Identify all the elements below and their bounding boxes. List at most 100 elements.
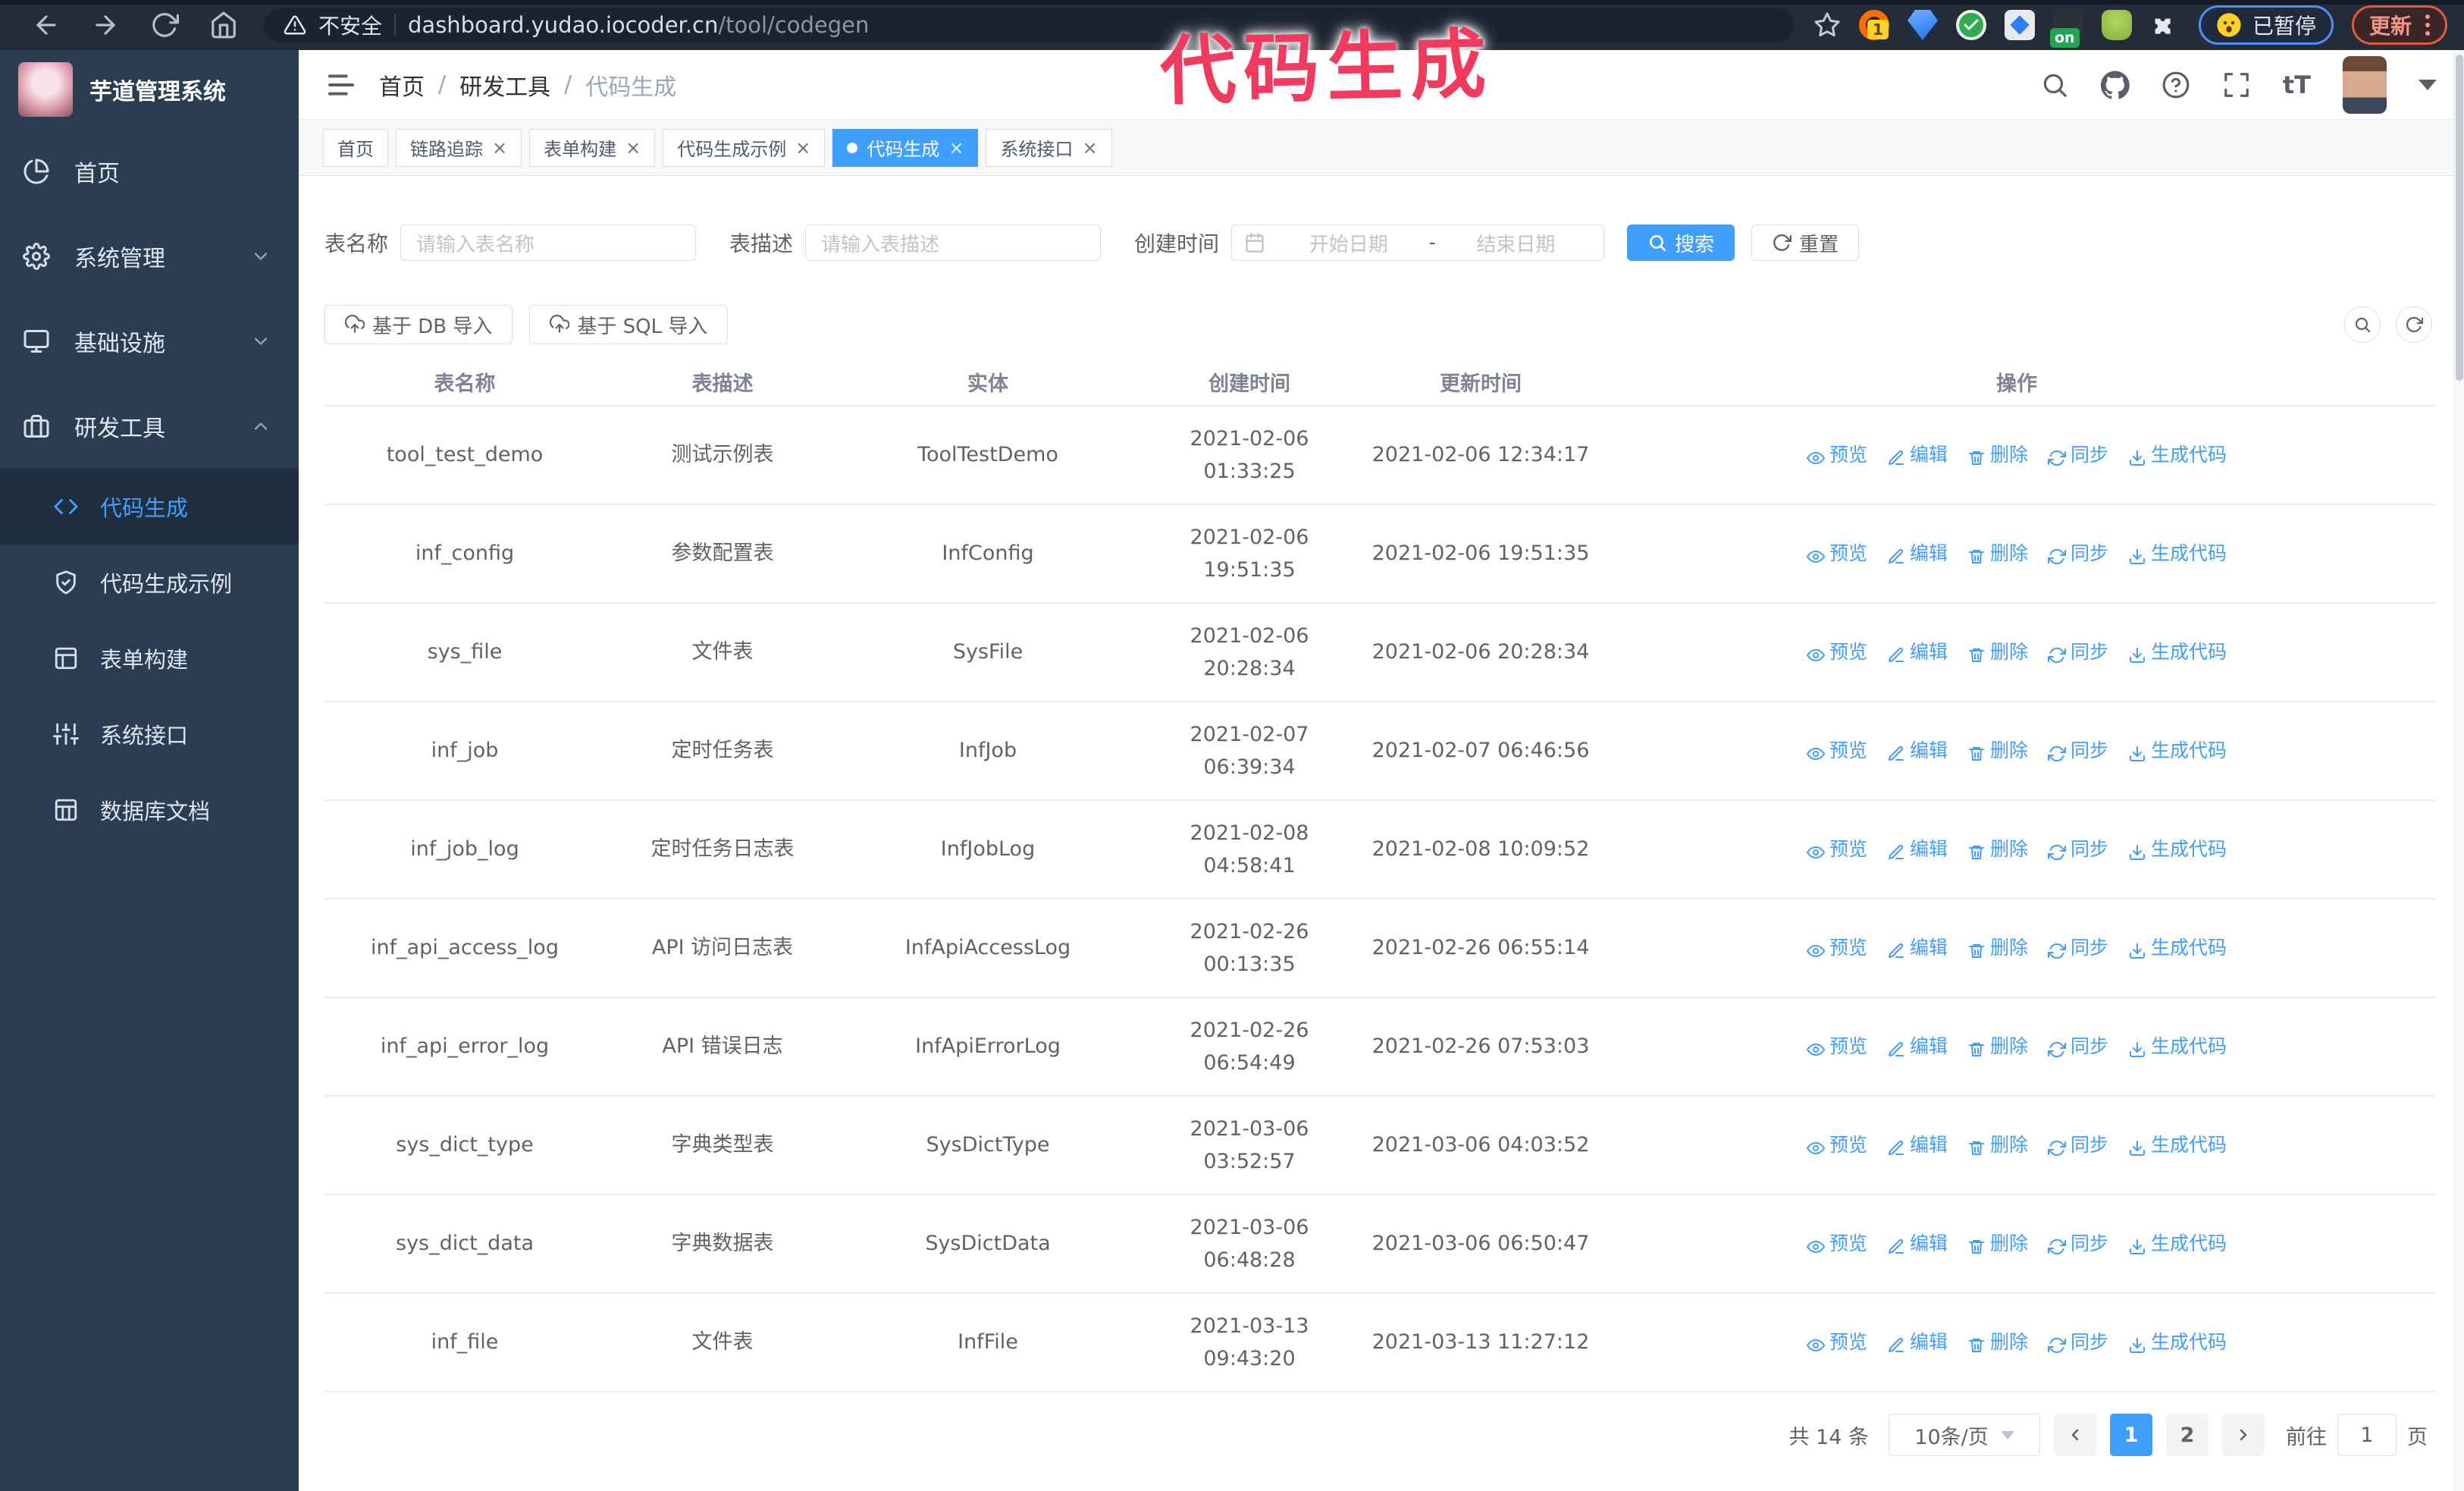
sidebar-item-home[interactable]: 首页: [0, 129, 299, 214]
tab-链路追踪[interactable]: 链路追踪 ×: [396, 128, 522, 167]
extension-on-icon[interactable]: on: [2049, 10, 2083, 48]
row-action-preview[interactable]: 预览: [1806, 834, 1867, 865]
row-action-delete[interactable]: 删除: [1967, 933, 2028, 963]
user-avatar[interactable]: [2343, 55, 2387, 114]
page-size-select[interactable]: 10条/页: [1889, 1414, 2040, 1456]
tab-close-icon[interactable]: ×: [1082, 139, 1097, 157]
row-action-delete[interactable]: 删除: [1967, 736, 2028, 766]
row-action-sync[interactable]: 同步: [2048, 933, 2108, 963]
row-action-edit[interactable]: 编辑: [1887, 637, 1948, 667]
toggle-search-button[interactable]: [2344, 306, 2381, 343]
row-action-edit[interactable]: 编辑: [1887, 834, 1948, 865]
row-action-delete[interactable]: 删除: [1967, 1031, 2028, 1062]
back-icon[interactable]: [32, 11, 61, 39]
row-action-sync[interactable]: 同步: [2048, 1031, 2108, 1062]
menu-dots-icon[interactable]: [2425, 14, 2430, 36]
table-name-input[interactable]: 请输入表名称: [400, 224, 697, 261]
home-icon[interactable]: [209, 11, 238, 39]
row-action-generate-code[interactable]: 生成代码: [2128, 440, 2227, 470]
row-action-delete[interactable]: 删除: [1967, 1229, 2028, 1259]
page-button-2[interactable]: 2: [2166, 1414, 2209, 1456]
sidebar-item-devtool[interactable]: 研发工具: [0, 384, 299, 469]
next-page-button[interactable]: [2222, 1414, 2265, 1456]
sidebar-item-codegen-demo[interactable]: 代码生成示例: [0, 545, 299, 620]
row-action-delete[interactable]: 删除: [1967, 1327, 2028, 1358]
font-size-icon[interactable]: tT: [2283, 71, 2311, 99]
forward-icon[interactable]: [91, 11, 120, 39]
row-action-edit[interactable]: 编辑: [1887, 1031, 1948, 1062]
row-action-generate-code[interactable]: 生成代码: [2128, 736, 2227, 766]
row-action-delete[interactable]: 删除: [1967, 834, 2028, 865]
help-icon[interactable]: [2161, 71, 2190, 99]
tab-代码生成[interactable]: 代码生成 ×: [832, 128, 979, 167]
row-action-sync[interactable]: 同步: [2048, 1229, 2108, 1259]
tab-表单构建[interactable]: 表单构建 ×: [529, 128, 656, 167]
page-scrollbar-thumb[interactable]: [2456, 55, 2463, 381]
start-date-input[interactable]: 开始日期: [1273, 229, 1424, 257]
row-action-sync[interactable]: 同步: [2048, 1130, 2108, 1160]
sidebar-item-system-api[interactable]: 系统接口: [0, 696, 299, 772]
row-action-generate-code[interactable]: 生成代码: [2128, 1229, 2227, 1259]
row-action-edit[interactable]: 编辑: [1887, 538, 1948, 569]
page-button-1[interactable]: 1: [2110, 1414, 2152, 1456]
tab-close-icon[interactable]: ×: [795, 139, 810, 157]
chevron-down-icon[interactable]: [2419, 79, 2437, 90]
breadcrumb-item[interactable]: 代码生成: [585, 68, 676, 102]
row-action-edit[interactable]: 编辑: [1887, 1327, 1948, 1358]
row-action-generate-code[interactable]: 生成代码: [2128, 1327, 2227, 1358]
row-action-sync[interactable]: 同步: [2048, 834, 2108, 865]
row-action-preview[interactable]: 预览: [1806, 736, 1867, 766]
extension-gem-icon[interactable]: [1907, 10, 1938, 40]
row-action-generate-code[interactable]: 生成代码: [2128, 834, 2227, 865]
tab-close-icon[interactable]: ×: [625, 139, 641, 157]
row-action-edit[interactable]: 编辑: [1887, 1229, 1948, 1259]
import-db-button[interactable]: 基于 DB 导入: [324, 305, 513, 344]
row-action-preview[interactable]: 预览: [1806, 933, 1867, 963]
tab-close-icon[interactable]: ×: [492, 139, 507, 157]
sidebar-item-codegen[interactable]: 代码生成: [0, 469, 299, 545]
row-action-edit[interactable]: 编辑: [1887, 736, 1948, 766]
breadcrumb-item[interactable]: 研发工具: [459, 68, 550, 102]
row-action-sync[interactable]: 同步: [2048, 440, 2108, 470]
row-action-sync[interactable]: 同步: [2048, 538, 2108, 569]
row-action-preview[interactable]: 预览: [1806, 1229, 1867, 1259]
sidebar-item-system[interactable]: 系统管理: [0, 214, 299, 299]
page-scrollbar[interactable]: [2453, 50, 2464, 1491]
refresh-table-button[interactable]: [2396, 306, 2432, 343]
app-logo-row[interactable]: 芋道管理系统: [0, 50, 299, 129]
extension-android-icon[interactable]: [2101, 10, 2132, 40]
row-action-sync[interactable]: 同步: [2048, 637, 2108, 667]
address-bar[interactable]: 不安全 dashboard.yudao.iocoder.cn/tool/code…: [264, 8, 1794, 42]
row-action-sync[interactable]: 同步: [2048, 1327, 2108, 1358]
tab-代码生成示例[interactable]: 代码生成示例 ×: [663, 128, 826, 167]
fullscreen-icon[interactable]: [2222, 71, 2251, 99]
prev-page-button[interactable]: [2054, 1414, 2096, 1456]
row-action-delete[interactable]: 删除: [1967, 1130, 2028, 1160]
row-action-edit[interactable]: 编辑: [1887, 1130, 1948, 1160]
row-action-delete[interactable]: 删除: [1967, 637, 2028, 667]
row-action-generate-code[interactable]: 生成代码: [2128, 1130, 2227, 1160]
extension-grid-icon[interactable]: [2004, 10, 2035, 40]
collapse-menu-icon[interactable]: [326, 70, 356, 100]
import-sql-button[interactable]: 基于 SQL 导入: [529, 305, 729, 344]
row-action-generate-code[interactable]: 生成代码: [2128, 538, 2227, 569]
extensions-puzzle-icon[interactable]: [2150, 10, 2180, 40]
row-action-preview[interactable]: 预览: [1806, 538, 1867, 569]
tab-首页[interactable]: 首页: [323, 128, 388, 167]
search-button[interactable]: 搜索: [1627, 224, 1735, 261]
reset-button[interactable]: 重置: [1751, 224, 1860, 261]
row-action-sync[interactable]: 同步: [2048, 736, 2108, 766]
tab-系统接口[interactable]: 系统接口 ×: [986, 128, 1112, 167]
row-action-preview[interactable]: 预览: [1806, 1130, 1867, 1160]
row-action-generate-code[interactable]: 生成代码: [2128, 1031, 2227, 1062]
table-desc-input[interactable]: 请输入表描述: [805, 224, 1102, 261]
bookmark-star-icon[interactable]: [1814, 11, 1841, 39]
paused-badge[interactable]: 已暂停: [2198, 5, 2334, 45]
goto-page-input[interactable]: 1: [2337, 1414, 2397, 1456]
breadcrumb-item[interactable]: 首页: [379, 68, 425, 102]
sidebar-item-form-builder[interactable]: 表单构建: [0, 620, 299, 696]
row-action-delete[interactable]: 删除: [1967, 538, 2028, 569]
row-action-preview[interactable]: 预览: [1806, 1031, 1867, 1062]
row-action-preview[interactable]: 预览: [1806, 440, 1867, 470]
row-action-preview[interactable]: 预览: [1806, 637, 1867, 667]
